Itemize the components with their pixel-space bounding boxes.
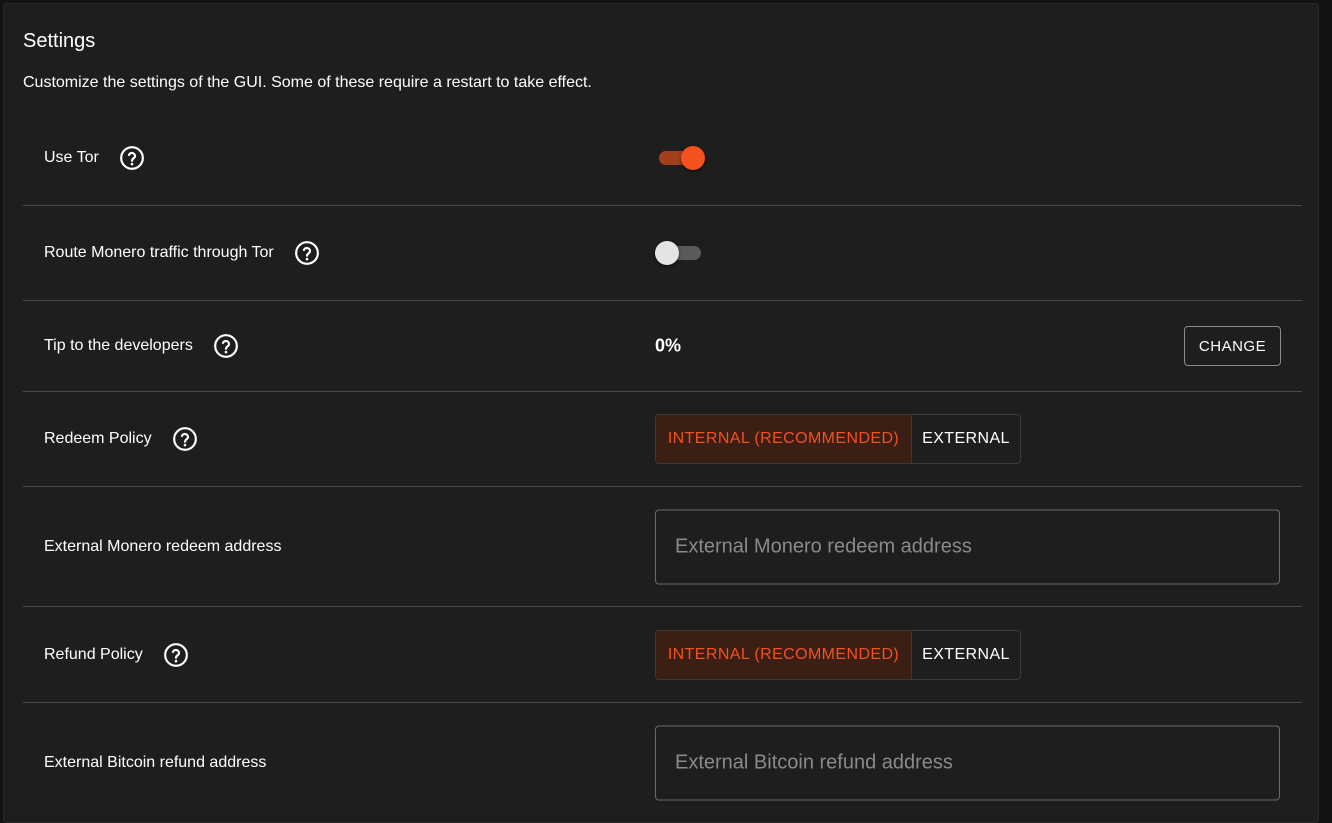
setting-label-tip: Tip to the developers: [44, 337, 193, 354]
help-circle-icon[interactable]: [163, 642, 189, 668]
redeem-policy-internal-option[interactable]: INTERNAL (RECOMMENDED): [656, 415, 912, 463]
help-circle-icon[interactable]: [172, 426, 198, 452]
use-tor-switch[interactable]: [655, 145, 707, 171]
refund-policy-internal-option[interactable]: INTERNAL (RECOMMENDED): [656, 630, 912, 679]
refund-policy-external-option[interactable]: EXTERNAL: [912, 631, 1020, 679]
setting-label-bitcoin-refund-address: External Bitcoin refund address: [44, 754, 267, 771]
setting-label-refund-policy: Refund Policy: [44, 645, 143, 663]
setting-row-bitcoin-refund-address: External Bitcoin refund address: [23, 703, 1302, 823]
change-tip-button[interactable]: CHANGE: [1184, 326, 1281, 366]
setting-label-use-tor: Use Tor: [44, 148, 99, 166]
settings-card: Settings Customize the settings of the G…: [3, 3, 1319, 823]
redeem-policy-toggle: INTERNAL (RECOMMENDED) EXTERNAL: [655, 414, 1021, 464]
setting-row-use-tor: Use Tor: [23, 110, 1302, 206]
help-circle-icon[interactable]: [119, 145, 145, 171]
setting-row-redeem-policy: Redeem Policy INTERNAL (RECOMMENDED) EXT…: [23, 392, 1302, 487]
help-circle-icon[interactable]: [294, 240, 320, 266]
setting-row-monero-tor: Route Monero traffic through Tor: [23, 206, 1302, 301]
monero-redeem-address-input[interactable]: [655, 509, 1280, 584]
setting-label-monero-redeem-address: External Monero redeem address: [44, 537, 282, 555]
bitcoin-refund-address-input[interactable]: [655, 725, 1280, 801]
settings-list: Use Tor Route Monero traffic through Tor: [23, 110, 1302, 823]
setting-row-monero-redeem-address: External Monero redeem address: [23, 487, 1302, 607]
setting-row-tip: Tip to the developers 0% CHANGE: [23, 301, 1302, 392]
help-circle-icon[interactable]: [213, 333, 239, 359]
setting-row-refund-policy: Refund Policy INTERNAL (RECOMMENDED) EXT…: [23, 607, 1302, 703]
setting-label-monero-tor: Route Monero traffic through Tor: [44, 244, 274, 261]
redeem-policy-external-option[interactable]: EXTERNAL: [912, 415, 1020, 463]
page-description: Customize the settings of the GUI. Some …: [23, 74, 592, 91]
setting-label-redeem-policy: Redeem Policy: [44, 430, 152, 447]
page-title: Settings: [23, 30, 96, 52]
tip-percentage: 0%: [655, 335, 682, 356]
monero-tor-switch[interactable]: [655, 240, 707, 266]
refund-policy-toggle: INTERNAL (RECOMMENDED) EXTERNAL: [655, 629, 1021, 680]
